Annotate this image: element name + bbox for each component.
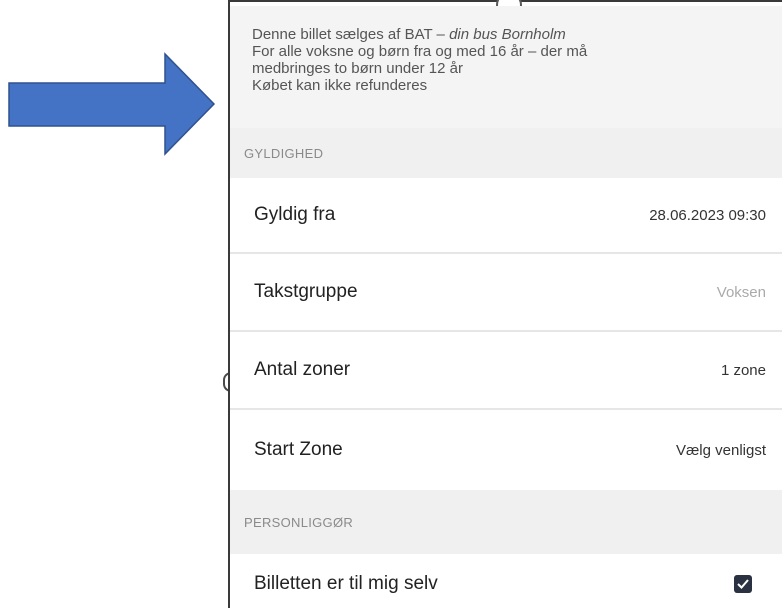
info-line-children: medbringes to børn under 12 år xyxy=(252,60,463,77)
info-seller-text: Denne billet sælges af BAT – xyxy=(252,26,450,43)
start-zone-value: Vælg venligst xyxy=(675,441,766,459)
phone-screen: Denne billet sælges af BAT – din bus Bor… xyxy=(228,0,782,608)
screenshot-canvas: Denne billet sælges af BAT – din bus Bor… xyxy=(0,0,782,608)
ticket-for-me-label: Billetten er til mig selv xyxy=(254,573,438,594)
info-seller-brand: din bus Bornholm xyxy=(449,26,566,43)
ticket-info-panel: Denne billet sælges af BAT – din bus Bor… xyxy=(230,6,782,128)
fare-group-label: Takstgruppe xyxy=(254,281,358,302)
right-arrow-icon xyxy=(8,52,216,156)
info-line-eligibility: For alle voksne og børn fra og med 16 år… xyxy=(252,43,588,60)
section-header-personalize: PERSONLIGGØR xyxy=(230,490,782,554)
checkbox-checked-icon[interactable] xyxy=(734,575,752,593)
row-fare-group[interactable]: Takstgruppe Voksen xyxy=(230,254,782,332)
row-ticket-for-me[interactable]: Billetten er til mig selv xyxy=(230,554,782,608)
section-header-validity: GYLDIGHED xyxy=(230,128,782,178)
valid-from-value: 28.06.2023 09:30 xyxy=(649,206,766,224)
zone-count-label: Antal zoner xyxy=(254,359,351,380)
fare-group-value: Voksen xyxy=(716,283,766,301)
row-zone-count[interactable]: Antal zoner 1 zone xyxy=(230,332,782,410)
row-start-zone[interactable]: Start Zone Vælg venligst xyxy=(230,410,782,490)
start-zone-label: Start Zone xyxy=(254,439,343,460)
row-valid-from[interactable]: Gyldig fra 28.06.2023 09:30 xyxy=(230,178,782,254)
checkmark-icon xyxy=(737,579,749,589)
zone-count-value: 1 zone xyxy=(720,361,766,379)
info-line-seller: Denne billet sælges af BAT – din bus Bor… xyxy=(252,26,782,43)
valid-from-label: Gyldig fra xyxy=(254,204,336,225)
info-line-refund: Købet kan ikke refunderes xyxy=(252,77,428,94)
